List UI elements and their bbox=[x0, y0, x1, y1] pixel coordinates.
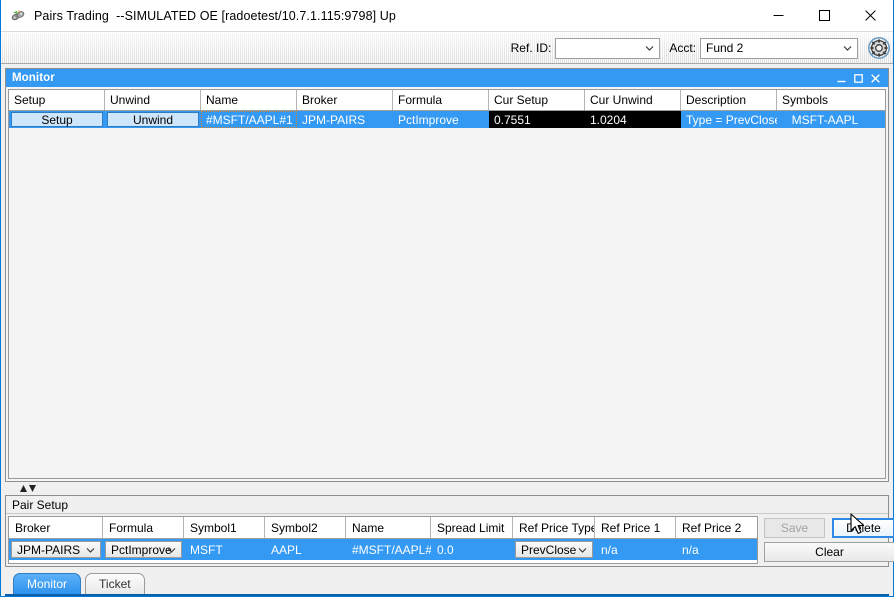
monitor-window-controls bbox=[836, 73, 885, 84]
row-cur-unwind-cell[interactable]: 1.0204 bbox=[585, 111, 681, 128]
row-formula-cell[interactable]: PctImprove bbox=[393, 111, 489, 128]
panel-splitter[interactable] bbox=[5, 482, 889, 495]
column-header-cur-unwind[interactable]: Cur Unwind bbox=[585, 90, 681, 110]
close-icon[interactable] bbox=[870, 73, 880, 84]
column-header-cur-setup[interactable]: Cur Setup bbox=[489, 90, 585, 110]
formula-value: PctImprove bbox=[111, 542, 172, 557]
column-header-broker[interactable]: Broker bbox=[297, 90, 393, 110]
monitor-titlebar: Monitor bbox=[6, 69, 888, 87]
column-header-description[interactable]: Description bbox=[681, 90, 777, 110]
monitor-window: Monitor Setup Unwind Name Broker Formula… bbox=[5, 68, 889, 482]
row-unwind-cell[interactable]: Unwind bbox=[105, 111, 201, 128]
bottom-tabstrip: Monitor Ticket bbox=[5, 570, 889, 596]
unwind-button[interactable]: Unwind bbox=[107, 112, 199, 127]
main-toolbar: Ref. ID: Acct: Fund 2 bbox=[1, 32, 893, 64]
tab-monitor[interactable]: Monitor bbox=[13, 573, 82, 594]
column-header-symbols[interactable]: Symbols bbox=[777, 90, 873, 110]
ref-price-type-cell[interactable]: PrevClose bbox=[513, 539, 595, 560]
column-header-name[interactable]: Name bbox=[201, 90, 297, 110]
ps-column-formula[interactable]: Formula bbox=[103, 517, 184, 538]
chevron-down-icon bbox=[645, 44, 654, 53]
monitor-grid-body: Setup Unwind #MSFT/AAPL#1 JPM-PAIRS PctI… bbox=[9, 111, 885, 478]
acct-select[interactable]: Fund 2 bbox=[700, 37, 858, 59]
monitor-grid: Setup Unwind Name Broker Formula Cur Set… bbox=[8, 89, 886, 479]
monitor-grid-header: Setup Unwind Name Broker Formula Cur Set… bbox=[9, 90, 885, 111]
ps-column-broker[interactable]: Broker bbox=[9, 517, 103, 538]
pair-setup-actions: Save Delete Clear bbox=[758, 516, 894, 564]
pair-setup-title: Pair Setup bbox=[6, 496, 888, 514]
clear-button[interactable]: Clear bbox=[764, 542, 894, 562]
ps-column-ref-price-1[interactable]: Ref Price 1 bbox=[595, 517, 676, 538]
formula-select[interactable]: PctImprove bbox=[105, 541, 182, 558]
pair-setup-row[interactable]: JPM-PAIRS PctImprove MSFT AAPL #MSFT/AAP… bbox=[9, 539, 757, 560]
ps-column-name[interactable]: Name bbox=[346, 517, 431, 538]
row-broker-cell[interactable]: JPM-PAIRS bbox=[297, 111, 393, 128]
ref-price-type-select[interactable]: PrevClose bbox=[515, 541, 593, 558]
ps-column-symbol2[interactable]: Symbol2 bbox=[265, 517, 346, 538]
monitor-title: Monitor bbox=[12, 72, 55, 84]
minimize-icon[interactable] bbox=[836, 73, 846, 84]
gear-icon[interactable] bbox=[867, 36, 891, 60]
ps-column-ref-price-type[interactable]: Ref Price Type bbox=[513, 517, 595, 538]
column-header-formula[interactable]: Formula bbox=[393, 90, 489, 110]
spread-limit-field[interactable]: 0.0 bbox=[431, 539, 513, 560]
ref-id-select[interactable] bbox=[555, 37, 661, 59]
pairs-trading-app-icon bbox=[10, 8, 26, 24]
ps-column-spread-limit[interactable]: Spread Limit bbox=[431, 517, 513, 538]
pair-setup-body: Broker Formula Symbol1 Symbol2 Name Spre… bbox=[6, 514, 894, 566]
pair-name-field[interactable]: #MSFT/AAPL#1 bbox=[346, 539, 431, 560]
symbol1-field[interactable]: MSFT bbox=[184, 539, 265, 560]
ps-column-ref-price-2[interactable]: Ref Price 2 bbox=[676, 517, 757, 538]
tab-ticket[interactable]: Ticket bbox=[85, 573, 145, 594]
pair-setup-header: Broker Formula Symbol1 Symbol2 Name Spre… bbox=[9, 517, 757, 539]
row-symbols-cell[interactable]: MSFT-AAPL bbox=[777, 111, 873, 128]
broker-value: JPM-PAIRS bbox=[17, 542, 81, 557]
pairs-trading-window: Pairs Trading --SIMULATED OE [radoetest/… bbox=[0, 0, 894, 597]
ps-column-symbol1[interactable]: Symbol1 bbox=[184, 517, 265, 538]
ref-price-2-field[interactable]: n/a bbox=[676, 539, 757, 560]
acct-label: Acct: bbox=[669, 41, 696, 55]
ref-id-label: Ref. ID: bbox=[510, 41, 552, 55]
broker-select-cell[interactable]: JPM-PAIRS bbox=[9, 539, 103, 560]
maximize-icon[interactable] bbox=[853, 73, 863, 84]
table-row[interactable]: Setup Unwind #MSFT/AAPL#1 JPM-PAIRS PctI… bbox=[9, 111, 885, 128]
chevron-down-icon bbox=[578, 545, 587, 554]
window-title: Pairs Trading --SIMULATED OE [radoetest/… bbox=[34, 8, 396, 23]
window-titlebar: Pairs Trading --SIMULATED OE [radoetest/… bbox=[1, 0, 893, 32]
save-delete-row: Save Delete bbox=[764, 518, 894, 538]
column-header-unwind[interactable]: Unwind bbox=[105, 90, 201, 110]
client-area: Monitor Setup Unwind Name Broker Formula… bbox=[1, 64, 894, 596]
row-setup-cell[interactable]: Setup bbox=[9, 111, 105, 128]
formula-select-cell[interactable]: PctImprove bbox=[103, 539, 184, 560]
save-button[interactable]: Save bbox=[764, 518, 825, 538]
minimize-icon[interactable] bbox=[755, 0, 801, 31]
close-icon[interactable] bbox=[847, 0, 893, 31]
delete-button[interactable]: Delete bbox=[832, 518, 894, 538]
window-controls bbox=[755, 0, 893, 31]
row-cur-setup-cell[interactable]: 0.7551 bbox=[489, 111, 585, 128]
pair-setup-grid: Broker Formula Symbol1 Symbol2 Name Spre… bbox=[8, 516, 758, 564]
ref-price-type-value: PrevClose bbox=[521, 542, 577, 557]
broker-select[interactable]: JPM-PAIRS bbox=[11, 541, 101, 558]
symbol2-field[interactable]: AAPL bbox=[265, 539, 346, 560]
acct-value: Fund 2 bbox=[706, 41, 744, 55]
ref-price-1-field[interactable]: n/a bbox=[595, 539, 676, 560]
row-description-cell[interactable]: Type = PrevClose bbox=[681, 111, 777, 128]
maximize-icon[interactable] bbox=[801, 0, 847, 31]
setup-button[interactable]: Setup bbox=[11, 112, 103, 127]
chevron-down-icon bbox=[843, 44, 852, 53]
column-header-setup[interactable]: Setup bbox=[9, 90, 105, 110]
pair-setup-panel: Pair Setup Broker Formula Symbol1 Symbol… bbox=[5, 495, 894, 567]
chevron-down-icon bbox=[86, 545, 95, 554]
row-name-cell[interactable]: #MSFT/AAPL#1 bbox=[201, 111, 297, 128]
